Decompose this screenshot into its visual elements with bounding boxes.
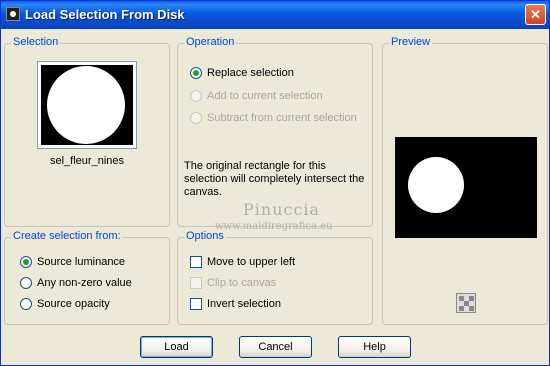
source-luminance-label: Source luminance <box>37 256 126 268</box>
subtract-selection-label: Subtract from current selection <box>207 112 357 124</box>
radio-checked-indicator[interactable] <box>20 256 32 268</box>
source-opacity-label: Source opacity <box>37 298 110 310</box>
radio-indicator[interactable] <box>20 277 32 289</box>
replace-selection-label: Replace selection <box>207 67 294 79</box>
any-non-zero-label: Any non-zero value <box>37 277 132 289</box>
radio-indicator <box>190 112 202 124</box>
selection-circle-shape <box>47 66 125 144</box>
watermark-url: www.maidiregrafica.eu <box>215 221 333 232</box>
create-from-group-title: Create selection from: <box>11 230 123 242</box>
subtract-from-selection-radio: Subtract from current selection <box>190 112 357 124</box>
transparency-checker-icon[interactable] <box>456 293 476 313</box>
selection-file-name: sel_fleur_nines <box>50 155 124 167</box>
radio-checked-indicator[interactable] <box>190 67 202 79</box>
preview-canvas <box>395 137 537 238</box>
operation-group-title: Operation <box>184 36 237 48</box>
window-title: Load Selection From Disk <box>25 7 185 22</box>
watermark-title: Pinuccia <box>243 200 321 219</box>
cancel-button[interactable]: Cancel <box>239 336 312 358</box>
radio-indicator <box>190 90 202 102</box>
move-to-upper-left-label: Move to upper left <box>207 256 296 268</box>
help-button[interactable]: Help <box>338 336 411 358</box>
checkbox-box <box>190 277 202 289</box>
any-non-zero-radio[interactable]: Any non-zero value <box>20 277 132 289</box>
invert-selection-label: Invert selection <box>207 298 281 310</box>
invert-selection-checkbox[interactable]: Invert selection <box>190 298 281 310</box>
preview-group-title: Preview <box>389 36 433 48</box>
add-to-selection-radio: Add to current selection <box>190 90 323 102</box>
clip-to-canvas-label: Clip to canvas <box>207 277 277 289</box>
selection-group-title: Selection <box>11 36 61 48</box>
clip-to-canvas-checkbox: Clip to canvas <box>190 277 276 289</box>
app-icon <box>6 7 20 21</box>
operation-info-text: The original rectangle for this selectio… <box>184 160 365 198</box>
add-to-selection-label: Add to current selection <box>207 90 323 102</box>
selection-thumbnail[interactable] <box>37 61 137 149</box>
replace-selection-radio[interactable]: Replace selection <box>190 67 294 79</box>
load-button[interactable]: Load <box>140 336 213 358</box>
preview-circle-shape <box>408 157 464 213</box>
close-icon: ✕ <box>530 7 541 22</box>
close-button[interactable]: ✕ <box>525 4 546 25</box>
move-to-upper-left-checkbox[interactable]: Move to upper left <box>190 256 295 268</box>
source-opacity-radio[interactable]: Source opacity <box>20 298 110 310</box>
title-bar[interactable]: Load Selection From Disk ✕ <box>1 1 549 29</box>
checkbox-box[interactable] <box>190 256 202 268</box>
dialog-window: Load Selection From Disk ✕ Selection sel… <box>0 0 550 366</box>
source-luminance-radio[interactable]: Source luminance <box>20 256 125 268</box>
radio-indicator[interactable] <box>20 298 32 310</box>
selection-thumbnail-image <box>41 65 133 145</box>
checkbox-box[interactable] <box>190 298 202 310</box>
